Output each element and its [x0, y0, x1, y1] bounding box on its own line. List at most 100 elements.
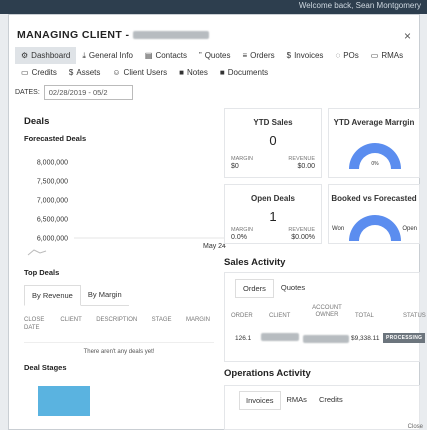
- ytd-margin-label: MARGIN: [231, 156, 253, 162]
- tab-client-users[interactable]: ☺ Client Users: [106, 64, 173, 81]
- tab-label: RMAs: [381, 51, 404, 60]
- tab-label: Quotes: [204, 51, 231, 60]
- tab-label: Dashboard: [31, 51, 71, 60]
- open-margin-label: MARGIN: [231, 227, 253, 233]
- open-revenue-label: REVENUE: [288, 227, 315, 233]
- col-close-date[interactable]: CLOSE DATE: [24, 316, 46, 332]
- info-icon: ⤓: [82, 50, 86, 60]
- close-button[interactable]: Close: [408, 424, 423, 430]
- tab-contacts[interactable]: ▤ Contacts: [139, 47, 193, 64]
- deals-panel: Deals Forecasted Deals 6,000,000 6,500,00…: [14, 108, 224, 416]
- date-range-input[interactable]: 02/28/2019 - 05/2: [43, 85, 133, 100]
- col-margin[interactable]: MARGIN: [186, 316, 210, 332]
- forecasted-deals-title: Forecasted Deals: [24, 134, 87, 143]
- tab-by-revenue[interactable]: By Revenue: [24, 285, 81, 306]
- col-description[interactable]: DESCRIPTION: [96, 316, 137, 332]
- credits-icon: ▭: [21, 68, 29, 77]
- booked-vs-forecasted-card: Booked vs Forecasted Won Open: [328, 184, 420, 244]
- deals-title: Deals: [24, 116, 50, 127]
- tab-by-margin[interactable]: By Margin: [80, 285, 129, 306]
- open-margin-value: 0.0%: [231, 234, 247, 241]
- redacted-client: [261, 333, 299, 341]
- booked-vs-forecasted-title: Booked vs Forecasted: [331, 194, 417, 203]
- tab-general-info[interactable]: ⤓ General Info: [76, 47, 139, 64]
- ytd-sales-title: YTD Sales: [253, 118, 293, 127]
- tab-orders[interactable]: Orders: [235, 279, 274, 298]
- operations-activity-panel: Invoices RMAs Credits: [224, 385, 420, 430]
- ytd-margin-value: $0: [231, 163, 239, 170]
- tab-credits[interactable]: ▭ Credits: [15, 64, 63, 81]
- invoices-icon: $: [286, 51, 292, 60]
- client-tabs: ⚙ Dashboard ⤓ General Info ▤ Contacts” Quotes ≡…: [15, 47, 417, 81]
- margin-gauge-label: 0%: [371, 161, 379, 167]
- tab-quotes[interactable]: Quotes: [274, 279, 312, 298]
- top-deals-title: Top Deals: [24, 268, 60, 277]
- tab-label: Assets: [76, 68, 101, 77]
- welcome-text: Welcome back, Sean Montgomery: [298, 1, 421, 10]
- y-tick-label: 8,000,000: [37, 160, 68, 167]
- tab-label: General Info: [88, 51, 133, 60]
- assets-icon: $: [68, 68, 74, 77]
- tab-label: Credits: [31, 68, 57, 77]
- deal-stages-title: Deal Stages: [24, 363, 67, 372]
- col-status[interactable]: STATUS: [403, 313, 426, 319]
- margin-gauge: 0%: [349, 143, 401, 169]
- tab-label: Notes: [186, 68, 208, 77]
- tab-label: Client Users: [123, 68, 168, 77]
- ytd-avg-margin-title: YTD Average Marrgin: [333, 118, 415, 127]
- tab-invoices[interactable]: $ Invoices: [281, 47, 330, 64]
- col-order[interactable]: ORDER: [231, 313, 253, 319]
- tab-orders[interactable]: ≡ Orders: [237, 47, 281, 64]
- tab-invoices[interactable]: Invoices: [239, 391, 281, 410]
- booked-gauge-arc: [349, 215, 401, 241]
- redacted-owner: [303, 335, 349, 343]
- pos-icon: ◌: [335, 51, 341, 60]
- tab-credits[interactable]: Credits: [313, 391, 349, 410]
- ytd-revenue-label: REVENUE: [288, 156, 315, 162]
- operations-activity-title: Operations Activity: [224, 368, 311, 379]
- order-number[interactable]: 126.1: [235, 335, 251, 342]
- open-deals-title: Open Deals: [250, 194, 295, 203]
- contacts-icon: ▤: [144, 51, 153, 60]
- tab-assets[interactable]: $ Assets: [63, 64, 106, 81]
- col-account-owner[interactable]: ACCOUNT OWNER: [309, 305, 345, 319]
- won-label: Won: [332, 226, 344, 232]
- col-total[interactable]: TOTAL: [355, 313, 374, 319]
- tab-notes[interactable]: ■ Notes: [173, 64, 214, 81]
- order-total: $9,338.11: [351, 335, 380, 342]
- col-client[interactable]: CLIENT: [60, 316, 81, 332]
- y-tick-label: 7,500,000: [37, 179, 68, 186]
- rmas-icon: ▭: [370, 51, 379, 60]
- sales-activity-title: Sales Activity: [224, 257, 286, 268]
- quotes-icon: ”: [199, 51, 202, 60]
- documents-icon: ■: [219, 68, 225, 77]
- dashboard-icon: ⚙: [21, 51, 29, 60]
- tab-quotes[interactable]: ” Quotes: [193, 47, 236, 64]
- forecasted-deals-chart: 6,000,000 6,500,000 7,000,000 7,500,000 8,00…: [27, 160, 224, 256]
- modal-title: MANAGING CLIENT -: [17, 29, 209, 41]
- close-icon[interactable]: ×: [404, 29, 411, 43]
- open-revenue-value: $0.00%: [291, 234, 315, 241]
- empty-deals-message: There aren't any deals yet!: [24, 342, 214, 355]
- tab-documents[interactable]: ■ Documents: [214, 64, 274, 81]
- y-tick-label: 6,500,000: [37, 217, 68, 224]
- tab-label: Invoices: [294, 51, 324, 60]
- tab-label: Documents: [227, 68, 269, 77]
- ytd-avg-margin-card: YTD Average Marrgin 0%: [328, 108, 420, 178]
- users-icon: ☺: [112, 68, 121, 77]
- open-deals-card: Open Deals 1 MARGIN 0.0% REVENUE $0.00%: [224, 184, 322, 244]
- top-bar: Welcome back, Sean Montgomery: [0, 0, 427, 14]
- col-stage[interactable]: STAGE: [152, 316, 172, 332]
- ytd-sales-value: 0: [269, 133, 277, 148]
- tab-pos[interactable]: ◌ POs: [329, 47, 364, 64]
- orders-icon: ≡: [242, 51, 248, 60]
- tab-label: Orders: [250, 51, 275, 60]
- tab-dashboard[interactable]: ⚙ Dashboard: [15, 47, 77, 64]
- tab-rmas[interactable]: RMAs: [281, 391, 313, 410]
- open-label: Open: [402, 226, 417, 232]
- status-badge: PROCESSING: [383, 333, 426, 343]
- notes-icon: ■: [179, 68, 184, 77]
- col-client[interactable]: CLIENT: [269, 313, 290, 319]
- tab-rmas[interactable]: ▭ RMAs: [365, 47, 409, 64]
- dates-label: DATES:: [15, 89, 40, 96]
